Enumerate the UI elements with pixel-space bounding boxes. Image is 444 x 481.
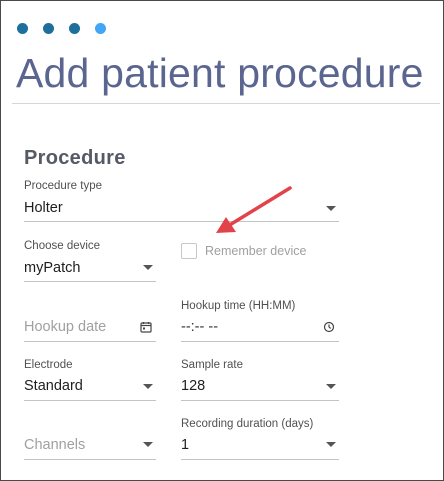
hookup-time-underline (181, 341, 339, 342)
step-dot-3 (69, 23, 80, 34)
calendar-icon[interactable] (140, 321, 152, 333)
channels-select[interactable]: Channels (24, 418, 156, 461)
electrode-label: Electrode (24, 359, 73, 371)
sample-rate-label: Sample rate (181, 359, 244, 371)
hookup-date-underline (24, 341, 156, 342)
red-arrow-icon (216, 186, 292, 233)
remember-device-checkbox[interactable] (181, 243, 197, 259)
sample-rate-underline (181, 400, 339, 401)
procedure-type-label: Procedure type (24, 180, 102, 192)
section-title: Procedure (24, 147, 126, 169)
page-title: Add patient procedure (16, 50, 424, 96)
chevron-down-icon (143, 384, 153, 389)
recording-duration-label: Recording duration (days) (181, 418, 314, 430)
chevron-down-icon (143, 265, 153, 270)
sample-rate-value: 128 (181, 378, 206, 394)
chevron-down-icon (326, 206, 336, 211)
hookup-date-field[interactable]: Hookup date (24, 300, 156, 343)
hookup-time-label: Hookup time (HH:MM) (181, 300, 296, 312)
choose-device-value: myPatch (24, 260, 81, 276)
recording-duration-value: 1 (181, 437, 190, 453)
channels-underline (24, 459, 156, 460)
title-divider (12, 103, 440, 104)
sample-rate-select[interactable]: Sample rate 128 (181, 359, 339, 402)
chevron-down-icon (143, 442, 153, 447)
remember-device-label: Remember device (205, 244, 307, 258)
step-dot-4 (95, 23, 106, 34)
step-indicator (17, 23, 106, 34)
hookup-time-value: --:-- -- (181, 319, 219, 335)
recording-duration-select[interactable]: Recording duration (days) 1 (181, 418, 339, 461)
electrode-value: Standard (24, 378, 83, 394)
channels-placeholder: Channels (24, 437, 86, 453)
step-dot-2 (43, 23, 54, 34)
chevron-down-icon (326, 384, 336, 389)
chevron-down-icon (326, 442, 336, 447)
choose-device-underline (24, 281, 156, 282)
electrode-select[interactable]: Electrode Standard (24, 359, 156, 402)
recording-duration-underline (181, 459, 339, 460)
electrode-underline (24, 400, 156, 401)
hookup-time-field[interactable]: Hookup time (HH:MM) --:-- -- (181, 300, 339, 343)
clock-icon[interactable] (323, 321, 335, 333)
hookup-date-placeholder: Hookup date (24, 319, 107, 335)
choose-device-select[interactable]: Choose device myPatch (24, 240, 156, 283)
remember-device-option[interactable]: Remember device (181, 243, 306, 259)
choose-device-label: Choose device (24, 240, 101, 252)
step-dot-1 (17, 23, 28, 34)
procedure-type-value: Holter (24, 200, 63, 216)
